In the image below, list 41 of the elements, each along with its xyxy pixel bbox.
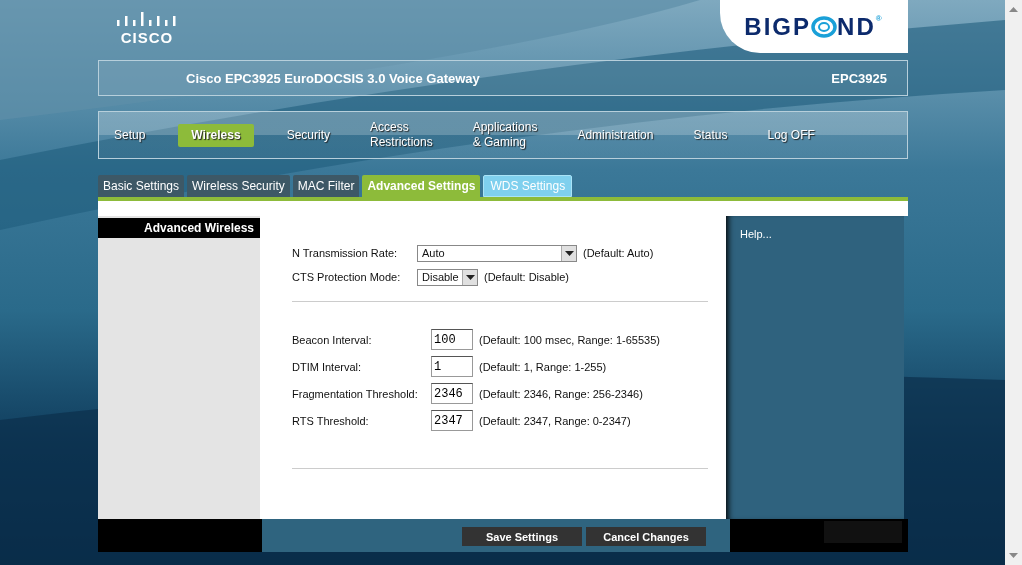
nav-item[interactable]: Status bbox=[686, 124, 735, 146]
field-label: N Transmission Rate: bbox=[292, 247, 399, 259]
default-hint: (Default: Auto) bbox=[583, 247, 654, 259]
field-label: Beacon Interval: bbox=[292, 333, 373, 346]
default-hint: (Default: 100 msec, Range: 1-65535) bbox=[479, 333, 660, 346]
swirl-icon bbox=[811, 15, 838, 38]
scroll-up-icon[interactable] bbox=[1009, 7, 1018, 12]
caret-icon bbox=[465, 274, 475, 280]
help-link[interactable]: Help... bbox=[740, 228, 772, 240]
nav-item[interactable]: Log OFF bbox=[760, 124, 822, 146]
sub-tab[interactable]: Wireless Security bbox=[187, 175, 290, 197]
field-label: Fragmentation Threshold: bbox=[292, 387, 419, 400]
field-label: DTIM Interval: bbox=[292, 360, 363, 373]
nav-item[interactable]: Access Restrictions bbox=[363, 117, 440, 153]
dropdown[interactable]: Auto bbox=[417, 244, 577, 262]
input-field[interactable]: 2347 bbox=[431, 410, 473, 431]
nav-item[interactable]: Applications & Gaming bbox=[465, 117, 545, 153]
default-hint: (Default: 2346, Range: 256-2346) bbox=[479, 387, 643, 400]
input-field[interactable]: 2346 bbox=[431, 383, 473, 404]
action-button[interactable]: Save Settings bbox=[462, 527, 582, 546]
caret-icon bbox=[564, 250, 574, 256]
input-field[interactable]: 100 bbox=[431, 329, 473, 350]
default-hint: (Default: 2347, Range: 0-2347) bbox=[479, 414, 631, 427]
product-title: Cisco EPC3925 EuroDOCSIS 3.0 Voice Gateway bbox=[186, 70, 480, 86]
default-hint: (Default: Disable) bbox=[484, 271, 569, 283]
model-name: EPC3925 bbox=[831, 70, 887, 86]
nav-item[interactable]: Setup bbox=[107, 124, 153, 146]
sub-tab[interactable]: MAC Filter bbox=[292, 175, 360, 197]
input-field[interactable]: 1 bbox=[431, 356, 473, 377]
nav-item[interactable]: Administration bbox=[570, 124, 661, 146]
field-label: CTS Protection Mode: bbox=[292, 271, 402, 283]
section-title: Advanced Wireless bbox=[98, 218, 260, 238]
default-hint: (Default: 1, Range: 1-255) bbox=[479, 360, 607, 373]
action-button[interactable]: Cancel Changes bbox=[586, 527, 706, 546]
sub-tab[interactable]: Basic Settings bbox=[98, 175, 185, 197]
cisco-logo: CISCO bbox=[116, 12, 178, 45]
dropdown[interactable]: Disable bbox=[417, 268, 478, 286]
bigpond-logo: BIGP ND$^{®}$ bbox=[720, 0, 908, 53]
field-label: RTS Threshold: bbox=[292, 414, 370, 427]
nav-item[interactable]: Security bbox=[279, 124, 337, 146]
scroll-down-icon[interactable] bbox=[1009, 553, 1018, 558]
